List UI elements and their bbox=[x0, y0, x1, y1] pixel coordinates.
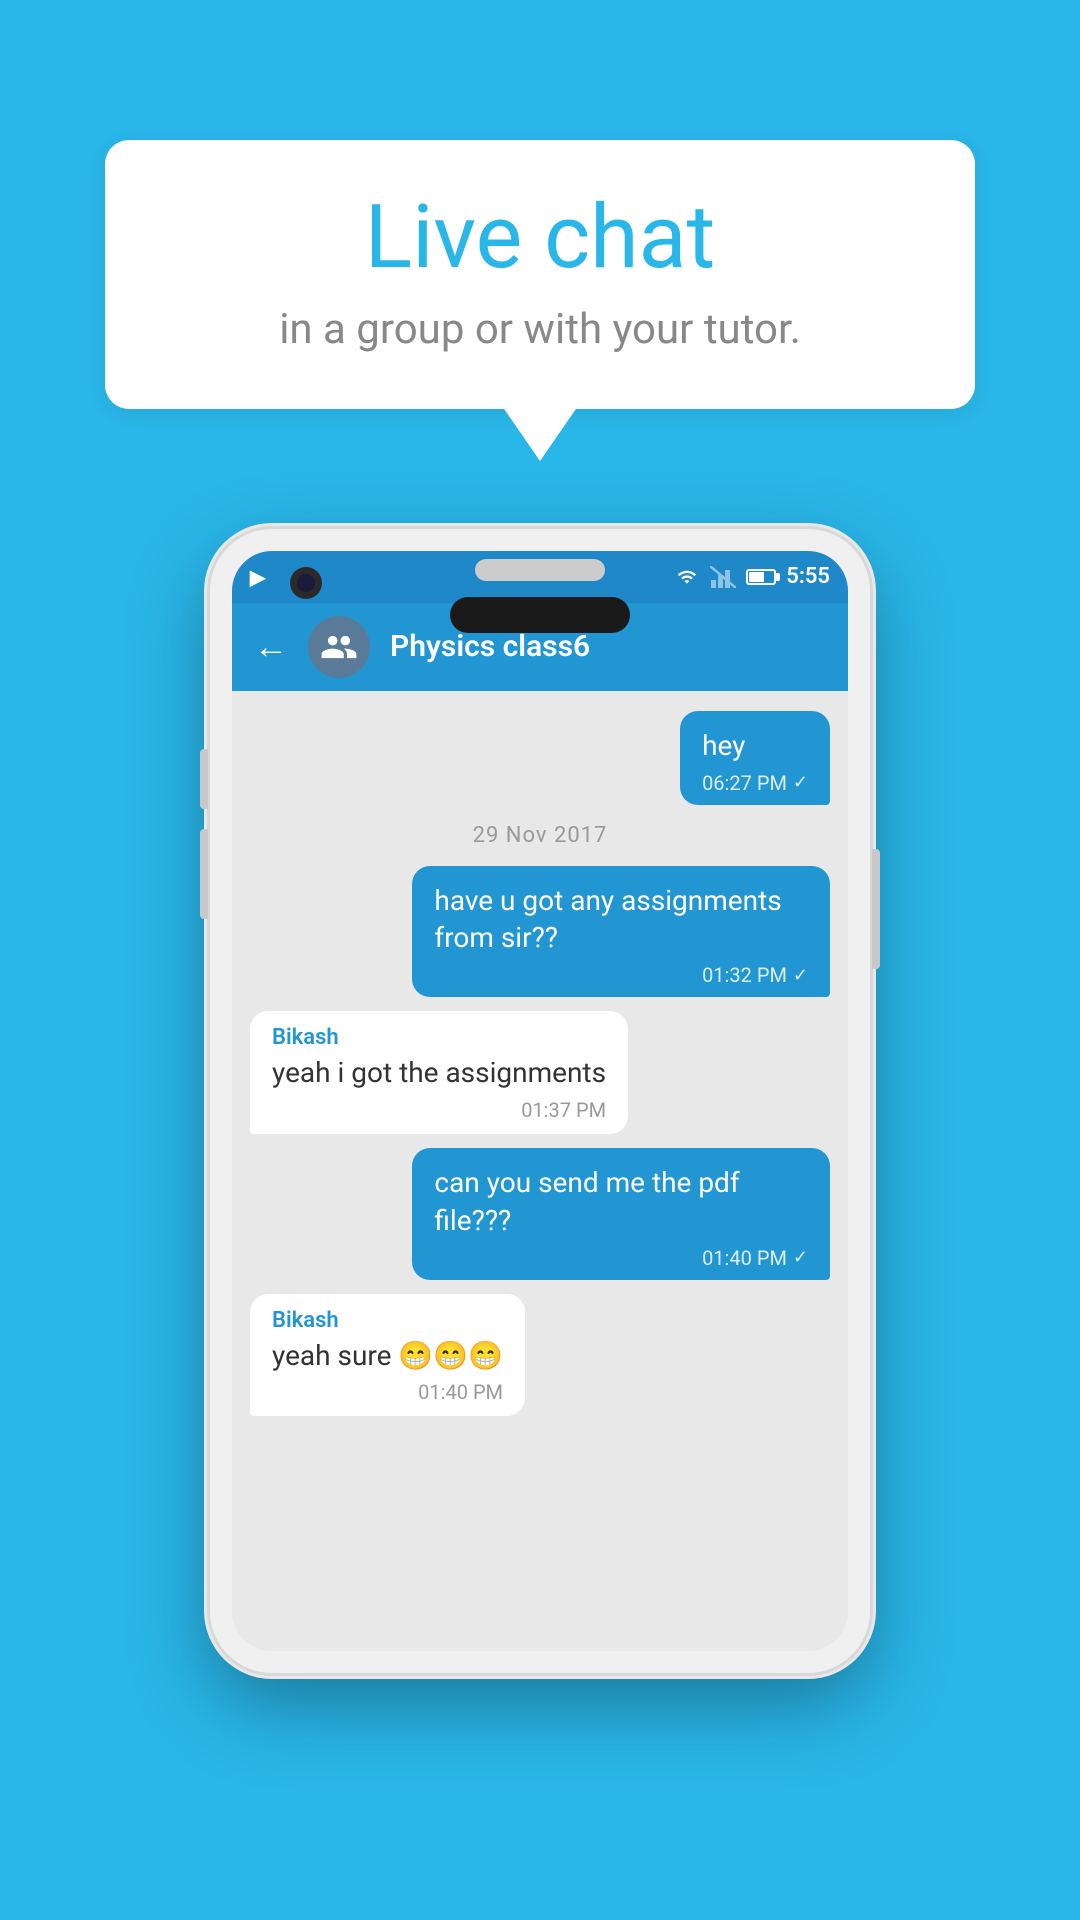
battery-fill bbox=[749, 572, 763, 582]
sent-bubble: hey 06:27 PM ✓ bbox=[680, 711, 830, 805]
message-time: 01:32 PM bbox=[702, 963, 787, 987]
live-chat-title: Live chat bbox=[175, 190, 905, 287]
message-text: can you send me the pdf file??? bbox=[434, 1164, 808, 1240]
read-receipt: ✓ bbox=[793, 965, 808, 986]
sent-bubble: can you send me the pdf file??? 01:40 PM… bbox=[412, 1148, 830, 1280]
sent-bubble: have u got any assignments from sir?? 01… bbox=[412, 866, 830, 998]
status-right-icons: 5:55 bbox=[674, 564, 830, 589]
message-row: Bikash yeah sure 😁😁😁 01:40 PM bbox=[250, 1294, 830, 1417]
chat-name: Physics class6 bbox=[390, 629, 826, 664]
status-time: 5:55 bbox=[786, 564, 830, 589]
message-time: 01:40 PM bbox=[702, 1246, 787, 1270]
message-row: hey 06:27 PM ✓ bbox=[250, 711, 830, 805]
phone-body: ▶ bbox=[210, 529, 870, 1673]
message-text: hey bbox=[702, 727, 808, 765]
speech-bubble-container: Live chat in a group or with your tutor. bbox=[105, 140, 975, 409]
message-time: 06:27 PM bbox=[702, 771, 787, 795]
live-chat-subtitle: in a group or with your tutor. bbox=[175, 305, 905, 354]
signal-icon bbox=[710, 566, 736, 588]
phone-screen: ▶ bbox=[232, 551, 848, 1651]
received-bubble: Bikash yeah i got the assignments 01:37 … bbox=[250, 1011, 628, 1134]
sender-name: Bikash bbox=[272, 1025, 606, 1050]
message-meta: 01:37 PM bbox=[272, 1098, 606, 1122]
message-row: can you send me the pdf file??? 01:40 PM… bbox=[250, 1148, 830, 1280]
back-button[interactable]: ← bbox=[254, 627, 288, 667]
message-meta: 06:27 PM ✓ bbox=[702, 771, 808, 795]
read-receipt: ✓ bbox=[793, 1247, 808, 1268]
phone-mockup: ▶ bbox=[210, 529, 870, 1673]
phone-camera bbox=[290, 567, 322, 599]
message-meta: 01:40 PM ✓ bbox=[434, 1246, 808, 1270]
wifi-icon bbox=[674, 567, 700, 587]
message-meta: 01:40 PM bbox=[272, 1380, 503, 1404]
phone-speaker bbox=[475, 559, 605, 581]
phone-earpiece bbox=[450, 597, 630, 633]
message-text: yeah i got the assignments bbox=[272, 1054, 606, 1092]
group-avatar bbox=[308, 616, 370, 678]
message-meta: 01:32 PM ✓ bbox=[434, 963, 808, 987]
status-left-icons: ▶ bbox=[250, 565, 265, 589]
group-icon bbox=[320, 628, 358, 666]
side-button-volume-down bbox=[200, 829, 208, 919]
side-button-power bbox=[872, 849, 880, 969]
message-time: 01:37 PM bbox=[521, 1098, 606, 1122]
battery-icon bbox=[746, 569, 776, 585]
message-text: have u got any assignments from sir?? bbox=[434, 882, 808, 958]
message-text: yeah sure 😁😁😁 bbox=[272, 1337, 503, 1375]
side-button-volume-up bbox=[200, 749, 208, 809]
received-bubble: Bikash yeah sure 😁😁😁 01:40 PM bbox=[250, 1294, 525, 1417]
sender-name: Bikash bbox=[272, 1308, 503, 1333]
notification-icon: ▶ bbox=[250, 565, 265, 589]
message-row: Bikash yeah i got the assignments 01:37 … bbox=[250, 1011, 830, 1134]
message-row: have u got any assignments from sir?? 01… bbox=[250, 866, 830, 998]
message-time: 01:40 PM bbox=[418, 1380, 503, 1404]
chat-area[interactable]: hey 06:27 PM ✓ 29 Nov 2017 have u got an… bbox=[232, 691, 848, 1651]
date-divider: 29 Nov 2017 bbox=[250, 823, 830, 848]
read-receipt: ✓ bbox=[793, 772, 808, 793]
